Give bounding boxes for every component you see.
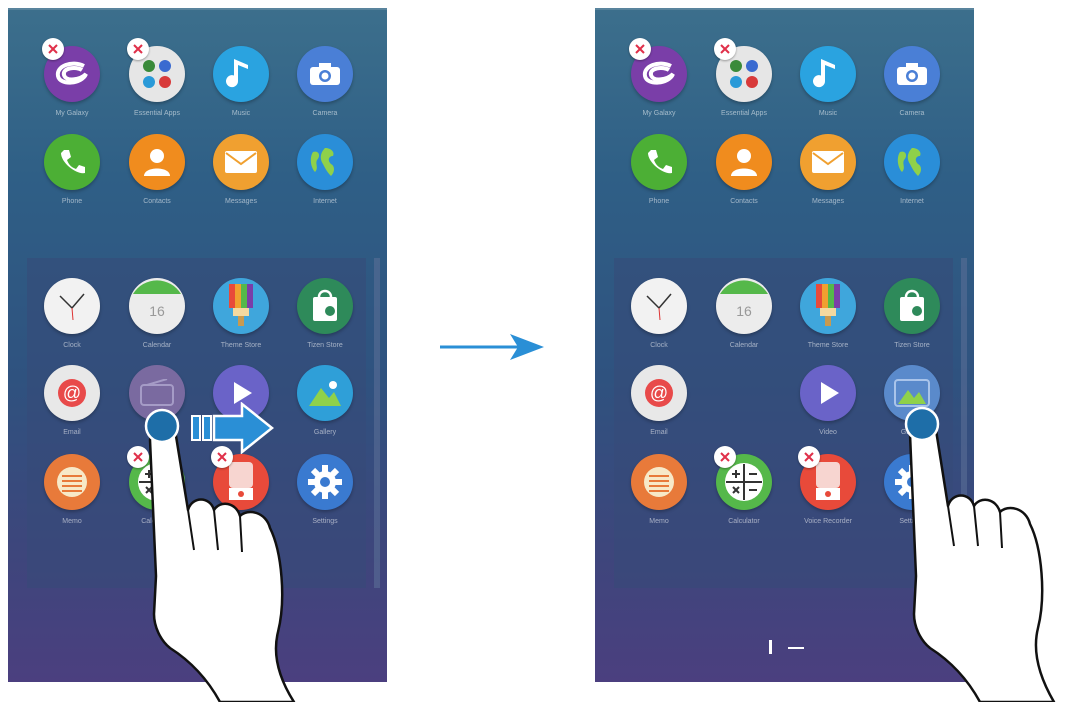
play-icon (800, 365, 856, 421)
app-label: Clock (63, 342, 81, 349)
memo-icon (44, 454, 100, 510)
app-label: Phone (648, 198, 670, 205)
remove-icon[interactable] (714, 38, 736, 60)
app-label: Camera (312, 110, 338, 117)
clock-icon (44, 278, 100, 334)
app-label: Tizen Store (894, 342, 930, 349)
app-label: Memo (649, 518, 669, 525)
contacts-icon (129, 134, 185, 190)
envelope-icon (213, 134, 269, 190)
app-label: Memo (62, 518, 82, 525)
remove-icon[interactable] (127, 38, 149, 60)
app-label: Email (63, 429, 81, 436)
app-label: Calculator (728, 518, 760, 525)
app-label: Messages (812, 198, 844, 205)
app-label: Tizen Store (307, 342, 343, 349)
app-label: Phone (61, 198, 83, 205)
svg-text:16: 16 (149, 303, 165, 319)
app-label: Email (650, 429, 668, 436)
app-label: Calendar (729, 342, 759, 349)
brush-icon (213, 278, 269, 334)
globe-icon (297, 134, 353, 190)
phone-icon (631, 134, 687, 190)
music-note-icon (800, 46, 856, 102)
app-label: Essential Apps (721, 110, 767, 117)
app-label: Music (818, 110, 838, 117)
calendar-icon: 16 (129, 278, 185, 334)
app-label: My Galaxy (55, 110, 89, 117)
app-label: Internet (900, 198, 924, 205)
svg-text:@: @ (63, 383, 81, 403)
app-label: Theme Store (220, 342, 262, 349)
transition-arrow-icon (438, 332, 548, 367)
app-label: My Galaxy (642, 110, 676, 117)
app-label: Camera (899, 110, 925, 117)
camera-icon (297, 46, 353, 102)
svg-text:@: @ (650, 383, 668, 403)
at-icon: @ (44, 365, 100, 421)
globe-icon (884, 134, 940, 190)
app-label: Clock (650, 342, 668, 349)
at-icon: @ (631, 365, 687, 421)
memo-icon (631, 454, 687, 510)
calendar-icon: 16 (716, 278, 772, 334)
remove-icon[interactable] (714, 446, 736, 468)
hand-gesture-icon (110, 400, 340, 702)
store-bag-icon (884, 278, 940, 334)
app-label: Contacts (730, 198, 758, 205)
clock-icon (631, 278, 687, 334)
remove-icon[interactable] (798, 446, 820, 468)
remove-icon[interactable] (42, 38, 64, 60)
app-label: Internet (313, 198, 337, 205)
envelope-icon (800, 134, 856, 190)
app-label: Voice Recorder (804, 518, 852, 525)
app-label: Music (231, 110, 251, 117)
app-label: Contacts (143, 198, 171, 205)
app-label: Messages (225, 198, 257, 205)
brush-icon (800, 278, 856, 334)
camera-icon (884, 46, 940, 102)
remove-icon[interactable] (629, 38, 651, 60)
app-label: Essential Apps (134, 110, 180, 117)
contacts-icon (716, 134, 772, 190)
app-label: Calendar (142, 342, 172, 349)
hand-gesture-icon (868, 400, 1088, 702)
page-indicator-current (769, 640, 772, 654)
app-label: Theme Store (807, 342, 849, 349)
app-label: Video (819, 429, 837, 436)
store-bag-icon (297, 278, 353, 334)
music-note-icon (213, 46, 269, 102)
page-indicator-other (788, 647, 804, 649)
next-page-edge (374, 258, 380, 588)
svg-text:16: 16 (736, 303, 752, 319)
phone-icon (44, 134, 100, 190)
